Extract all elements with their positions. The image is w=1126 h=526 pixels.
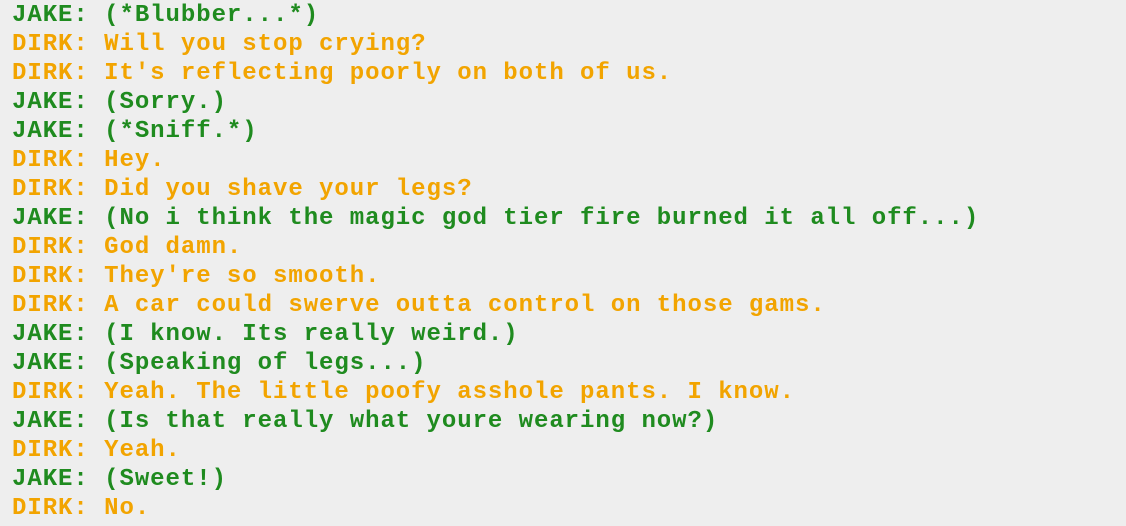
dirk-line: DIRK: God damn. — [12, 234, 243, 261]
jake-line: JAKE: (Is that really what youre wearing… — [12, 408, 719, 435]
jake-line: JAKE: (I know. Its really weird.) — [12, 321, 519, 348]
dirk-line: DIRK: Will you stop crying? — [12, 31, 427, 58]
dirk-line: DIRK: No. — [12, 495, 151, 522]
dirk-line: DIRK: Yeah. The little poofy asshole pan… — [12, 379, 795, 406]
jake-line: JAKE: (Sorry.) — [12, 89, 227, 116]
jake-line: JAKE: (Sweet!) — [12, 466, 227, 493]
dirk-line: DIRK: A car could swerve outta control o… — [12, 292, 826, 319]
jake-line: JAKE: (*Blubber...*) — [12, 2, 320, 29]
jake-line: JAKE: (Speaking of legs...) — [12, 350, 427, 377]
jake-line: JAKE: (No i think the magic god tier fir… — [12, 205, 980, 232]
dirk-line: DIRK: They're so smooth. — [12, 263, 381, 290]
jake-line: JAKE: (*Sniff.*) — [12, 118, 258, 145]
dirk-line: DIRK: It's reflecting poorly on both of … — [12, 60, 673, 87]
chat-log: JAKE: (*Blubber...*) DIRK: Will you stop… — [12, 1, 979, 523]
dirk-line: DIRK: Yeah. — [12, 437, 181, 464]
dirk-line: DIRK: Hey. — [12, 147, 166, 174]
dirk-line: DIRK: Did you shave your legs? — [12, 176, 473, 203]
